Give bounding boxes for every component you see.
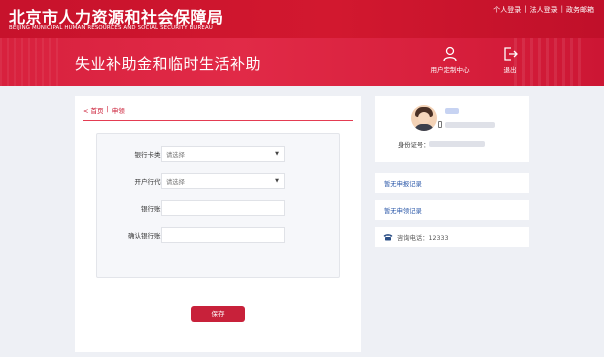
- exit-icon: [504, 47, 518, 61]
- hotline-text: 咨询电话：12333: [397, 235, 449, 242]
- form-row-bank-code: 开户行代码 请选择 ▼: [97, 173, 341, 189]
- exit-label: 退出: [503, 66, 517, 74]
- top-links: 个人登录 | 法人登录 | 政务邮箱: [493, 5, 594, 15]
- form-row-confirm-account: 确认银行账号: [97, 227, 341, 243]
- breadcrumb-divider: [83, 120, 353, 121]
- save-button[interactable]: 保存: [191, 306, 245, 322]
- form-row-account: 银行账号: [97, 200, 341, 216]
- form-row-card-type: 银行卡类型 请选择 ▼: [97, 146, 341, 162]
- user-icon: [443, 46, 457, 62]
- chevron-down-icon: ▼: [275, 151, 279, 157]
- card-type-value: 请选择: [166, 152, 185, 159]
- top-banner: 北京市人力资源和社会保障局 BEIJING MUNICIPAL HUMAN RE…: [0, 0, 604, 38]
- gov-mail-link[interactable]: 政务邮箱: [566, 5, 594, 15]
- card-type-select[interactable]: 请选择 ▼: [161, 146, 285, 162]
- user-center-button[interactable]: 用户定制中心: [425, 46, 475, 80]
- personal-login-link[interactable]: 个人登录: [493, 5, 521, 15]
- title-bar: 失业补助金和临时生活补助 用户定制中心 退出: [0, 38, 604, 86]
- link-separator: |: [524, 5, 527, 13]
- page-title: 失业补助金和临时生活补助: [75, 55, 262, 73]
- id-number-label: 身份证号：: [398, 142, 430, 149]
- breadcrumb-home-link[interactable]: < 首页: [83, 105, 104, 115]
- main-panel: < 首页 | 申领 银行卡类型 请选择 ▼ 开户行代码 请选择 ▼ 银行账号 确…: [75, 96, 361, 352]
- claim-record-link[interactable]: 暂无申领记录: [375, 200, 529, 220]
- bank-form: 银行卡类型 请选择 ▼ 开户行代码 请选择 ▼ 银行账号 确认银行账号: [96, 133, 340, 278]
- link-separator: |: [560, 5, 563, 13]
- user-name-masked: [445, 108, 459, 114]
- hotline-card: 咨询电话：12333: [375, 227, 529, 247]
- breadcrumb-current: 申领: [111, 107, 125, 115]
- telephone-icon: [383, 234, 393, 241]
- legal-login-link[interactable]: 法人登录: [530, 5, 558, 15]
- chevron-down-icon: ▼: [275, 178, 279, 184]
- confirm-account-input[interactable]: [161, 227, 285, 243]
- bank-code-value: 请选择: [166, 179, 185, 186]
- exit-button[interactable]: 退出: [485, 46, 535, 80]
- id-number-masked: [429, 141, 485, 147]
- account-input[interactable]: [161, 200, 285, 216]
- declaration-record-link[interactable]: 暂无申报记录: [375, 173, 529, 193]
- breadcrumb: < 首页 | 申领: [83, 105, 125, 115]
- org-name-en: BEIJING MUNICIPAL HUMAN RESOURCES AND SO…: [9, 25, 213, 31]
- user-center-label: 用户定制中心: [430, 66, 470, 74]
- breadcrumb-separator: |: [106, 105, 109, 113]
- user-phone-masked: [445, 122, 495, 128]
- mobile-phone-icon: [438, 121, 442, 128]
- avatar: [411, 105, 437, 131]
- profile-card: 身份证号：: [375, 96, 529, 162]
- decorative-stripes: [0, 38, 60, 86]
- bank-code-select[interactable]: 请选择 ▼: [161, 173, 285, 189]
